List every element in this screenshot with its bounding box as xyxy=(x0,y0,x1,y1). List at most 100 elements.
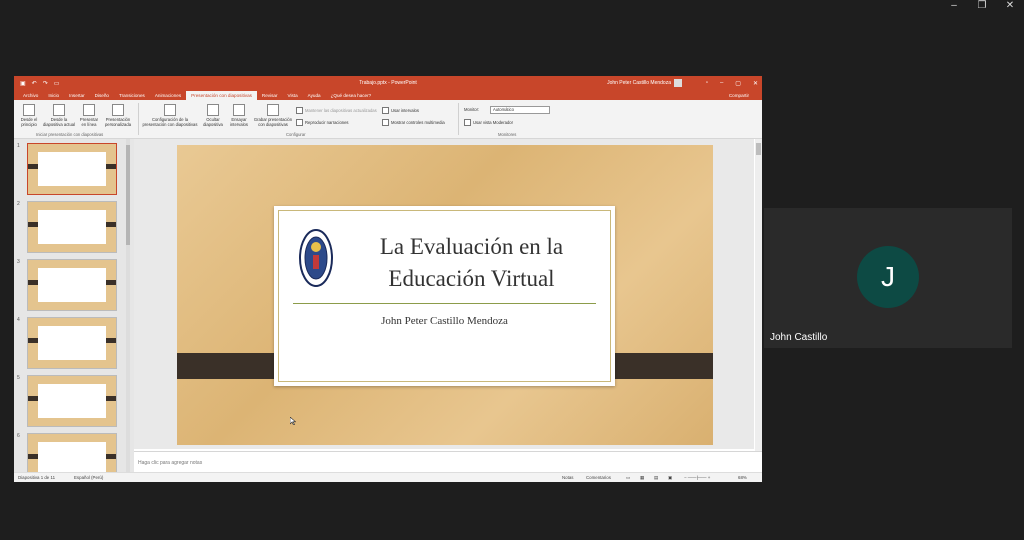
thumbnail-card xyxy=(38,152,106,186)
ppt-minimize-icon[interactable]: – xyxy=(720,80,723,87)
checkbox-icon xyxy=(382,107,389,114)
monitor-select[interactable]: Automático xyxy=(490,106,550,114)
rehearse-timings-button[interactable]: Ensayar intervalos xyxy=(228,104,250,127)
ppt-close-icon[interactable]: ✕ xyxy=(753,80,758,87)
slide-title: La Evaluación en la Educación Virtual xyxy=(379,234,564,291)
show-media-controls-checkbox[interactable]: Mostrar controles multimedia xyxy=(382,119,445,126)
tab-transiciones[interactable]: Transiciones xyxy=(114,91,150,100)
slideshow-current-icon xyxy=(53,104,65,116)
zoom-level[interactable]: 68% xyxy=(738,475,747,480)
status-bar: Diapositiva 1 de 11 Español (Perú) Notas… xyxy=(14,472,762,482)
thumbnail-band xyxy=(28,396,38,401)
checkbox-icon xyxy=(296,119,303,126)
tab-diseno[interactable]: Diseño xyxy=(90,91,114,100)
tab-archivo[interactable]: Archivo xyxy=(18,91,43,100)
scrollbar-thumb[interactable] xyxy=(126,145,130,245)
thumbnail-card xyxy=(38,210,106,244)
group-separator xyxy=(138,103,139,135)
notes-placeholder: Haga clic para agregar notas xyxy=(138,460,203,466)
tab-vista[interactable]: Vista xyxy=(283,91,303,100)
presenter-view-checkbox[interactable]: Usar vista Moderador xyxy=(464,119,513,126)
account-area[interactable]: John Peter Castillo Mendoza xyxy=(607,79,682,87)
thumbnail-band xyxy=(28,164,38,169)
slide-thumbnail[interactable] xyxy=(27,433,117,473)
share-button[interactable]: Compartir xyxy=(724,91,754,100)
ppt-window-controls: ▫ – ▢ ✕ xyxy=(706,80,758,87)
from-current-button[interactable]: Desde la diapositiva actual xyxy=(42,104,76,127)
participant-name: John Castillo xyxy=(770,332,828,343)
thumbnail-band xyxy=(106,164,116,169)
group-label-monitores: Monitores xyxy=(498,132,517,137)
restore-button[interactable]: ❐ xyxy=(968,0,996,14)
reading-view-icon[interactable]: ▤ xyxy=(654,475,658,481)
keep-updated-checkbox[interactable]: Mantener las diapositivas actualizadas xyxy=(296,107,377,114)
group-label-configurar: Configurar xyxy=(286,132,306,137)
slide-thumbnail[interactable] xyxy=(27,375,117,427)
slide-thumbnail[interactable] xyxy=(27,317,117,369)
normal-view-icon[interactable]: ▭ xyxy=(626,475,630,481)
thumbnail-band xyxy=(106,222,116,227)
use-timings-checkbox[interactable]: Usar intervalos xyxy=(382,107,419,114)
group-separator xyxy=(458,103,459,135)
title-rule xyxy=(293,303,596,304)
slide-scrollbar[interactable] xyxy=(755,139,762,451)
record-icon xyxy=(267,104,279,116)
language-indicator[interactable]: Español (Perú) xyxy=(74,475,103,480)
tab-animaciones[interactable]: Animaciones xyxy=(150,91,186,100)
setup-show-button[interactable]: Configuración de la presentación con dia… xyxy=(142,104,198,127)
slide-author: John Peter Castillo Mendoza xyxy=(381,315,508,327)
tab-inicio[interactable]: Inicio xyxy=(43,91,64,100)
checkbox-icon xyxy=(464,119,471,126)
thumbnail-card xyxy=(38,442,106,473)
zoom-slider[interactable]: − ——|—— + xyxy=(684,475,710,480)
thumbnail-band xyxy=(106,396,116,401)
slide-left-band xyxy=(177,353,275,379)
notes-pane[interactable]: Haga clic para agregar notas xyxy=(134,451,762,474)
present-online-button[interactable]: Presentar en línea xyxy=(78,104,100,127)
slideshow-start-icon xyxy=(23,104,35,116)
ribbon-display-icon[interactable]: ▫ xyxy=(706,80,708,87)
tab-insertar[interactable]: Insertar xyxy=(64,91,90,100)
hide-slide-icon xyxy=(207,104,219,116)
thumbnail-band xyxy=(28,338,38,343)
hide-slide-button[interactable]: Ocultar diapositiva xyxy=(200,104,226,127)
sorter-view-icon[interactable]: ▦ xyxy=(640,475,644,481)
thumbnail-number: 3 xyxy=(17,259,20,265)
tab-presentacion[interactable]: Presentación con diapositivas xyxy=(186,91,257,100)
slide-right-band xyxy=(604,353,713,379)
minimize-button[interactable]: – xyxy=(940,0,968,14)
scrollbar-thumb[interactable] xyxy=(756,143,761,155)
slide-thumbnail[interactable] xyxy=(27,201,117,253)
from-beginning-button[interactable]: Desde el principio xyxy=(18,104,40,127)
thumbnail-card xyxy=(38,268,106,302)
close-button[interactable]: ✕ xyxy=(996,0,1024,14)
thumbnail-band xyxy=(28,280,38,285)
record-show-button[interactable]: Grabar presentación con diapositivas xyxy=(252,104,294,127)
thumbnail-scrollbar[interactable] xyxy=(126,139,130,473)
slide-thumbnail[interactable] xyxy=(27,259,117,311)
present-online-icon xyxy=(83,104,95,116)
group-label-iniciar: Iniciar presentación con diapositivas xyxy=(36,132,104,137)
participant-avatar: J xyxy=(857,246,919,308)
slideshow-view-icon[interactable]: ▣ xyxy=(668,475,672,481)
slide-thumbnail[interactable] xyxy=(27,143,117,195)
tell-me-search[interactable]: ¿Qué desea hacer? xyxy=(326,91,377,100)
thumbnail-band xyxy=(106,338,116,343)
thumbnail-band xyxy=(28,222,38,227)
comments-toggle[interactable]: Comentarios xyxy=(586,475,611,480)
university-seal-icon xyxy=(299,229,333,287)
ppt-restore-icon[interactable]: ▢ xyxy=(735,80,741,87)
slide-thumbnail-pane: 1 2 3 4 5 6 xyxy=(14,139,134,473)
tab-ayuda[interactable]: Ayuda xyxy=(303,91,326,100)
participant-tile: J John Castillo xyxy=(764,208,1012,348)
monitor-label: Monitor: xyxy=(464,107,480,112)
thumbnail-card xyxy=(38,384,106,418)
card-border: La Evaluación en la Educación Virtual Jo… xyxy=(278,210,611,382)
tab-revisar[interactable]: Revisar xyxy=(257,91,283,100)
setup-show-icon xyxy=(164,104,176,116)
thumbnail-card xyxy=(38,326,106,360)
notes-toggle[interactable]: Notas xyxy=(562,475,573,480)
slide-counter: Diapositiva 1 de 11 xyxy=(18,475,56,480)
play-narrations-checkbox[interactable]: Reproducir narraciones xyxy=(296,119,349,126)
custom-show-button[interactable]: Presentación personalizada xyxy=(102,104,134,127)
